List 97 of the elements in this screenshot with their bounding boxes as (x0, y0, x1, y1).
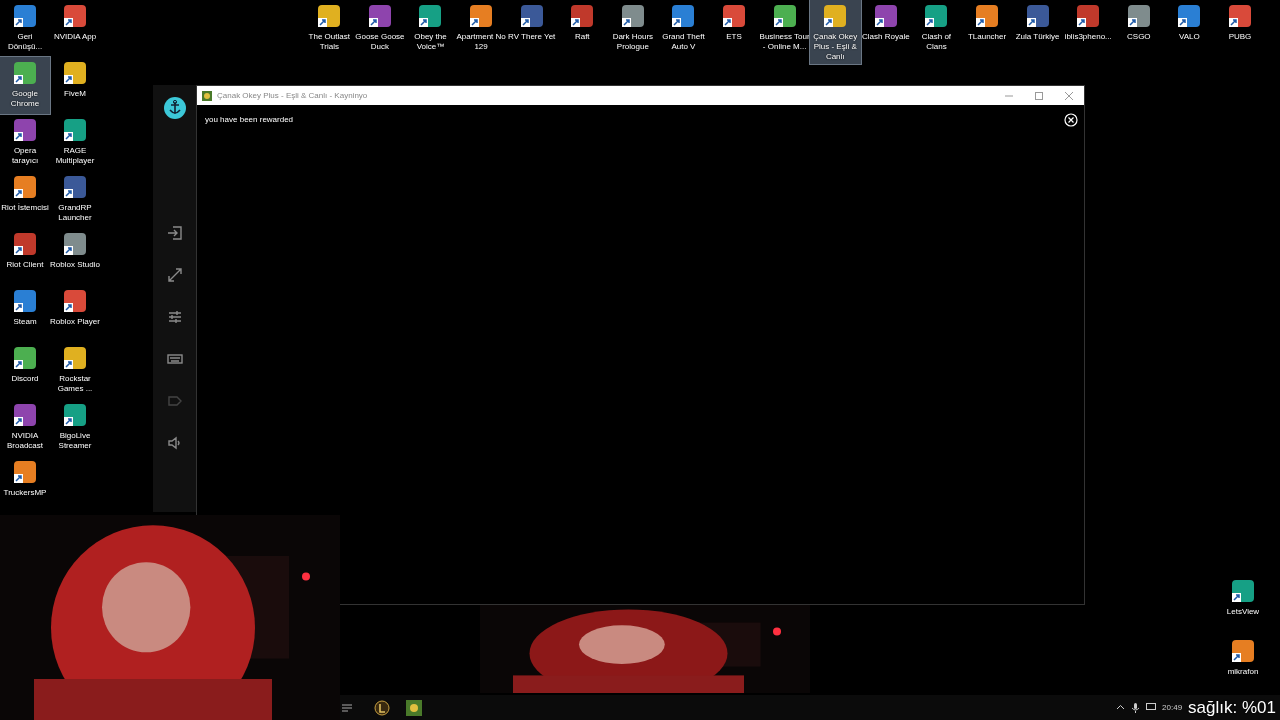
app-icon (469, 4, 494, 28)
desktop-shortcut[interactable]: Obey the Voice™ (405, 0, 456, 64)
clock: 20:49 (1162, 701, 1183, 714)
desktop-shortcut[interactable]: CSGO (1113, 0, 1165, 64)
app-icon (63, 4, 87, 28)
desktop-shortcut[interactable]: mikrafon (1218, 635, 1268, 679)
app-icon (671, 4, 696, 28)
app-icon (772, 4, 797, 28)
app-icon (367, 4, 392, 28)
anchor-icon[interactable] (163, 97, 186, 119)
app-icon (63, 232, 87, 256)
app-icon (722, 4, 747, 28)
app-icon (570, 4, 595, 28)
dismiss-button[interactable] (1064, 113, 1078, 127)
desktop-shortcut[interactable]: FiveM (50, 57, 100, 114)
close-icon (1064, 113, 1078, 127)
app-icon (63, 289, 87, 313)
app-icon (13, 232, 37, 256)
app-icon (63, 403, 87, 427)
app-icon (63, 346, 87, 370)
app-icon[interactable] (406, 699, 422, 716)
desktop-shortcut[interactable]: LetsView (1218, 575, 1268, 619)
desktop-shortcut[interactable]: Raft (556, 0, 608, 64)
desktop-shortcut[interactable]: Roblox Studio (50, 228, 100, 285)
app-icon (1231, 639, 1255, 663)
desktop-shortcut[interactable]: Apartment No 129 (455, 0, 507, 64)
app-icon (63, 61, 87, 85)
window-icon[interactable] (342, 702, 352, 713)
desktop-shortcut[interactable]: iblis3pheno... (1062, 0, 1114, 64)
desktop-shortcut[interactable]: BigoLive Streamer (50, 399, 100, 456)
desktop-shortcut[interactable]: Çanak Okey Plus - Eşli & Canlı (809, 0, 861, 64)
desktop-shortcut[interactable]: GrandRP Launcher (50, 171, 100, 228)
app-icon (63, 118, 87, 142)
desktop-shortcut[interactable]: PUBG (1214, 0, 1266, 64)
app-icon (63, 175, 87, 199)
desktop-shortcut[interactable]: Grand Theft Auto V (658, 0, 709, 64)
app-icon (317, 4, 342, 28)
desktop-shortcut[interactable]: Goose Goose Duck (354, 0, 406, 64)
app-icon (13, 289, 37, 313)
desktop-shortcut[interactable]: Clash Royale (860, 0, 912, 64)
desktop-shortcut[interactable]: TLauncher (961, 0, 1013, 64)
desktop-shortcut[interactable]: RAGE Multiplayer (50, 114, 100, 171)
app-icon (13, 61, 37, 85)
app-icon (1126, 4, 1151, 28)
maximize-icon (1035, 91, 1043, 100)
monitor-icon[interactable] (1146, 703, 1157, 712)
app-icon (1228, 4, 1252, 28)
app-icon (13, 460, 37, 484)
desktop-shortcut[interactable]: VALO (1164, 0, 1215, 64)
resize-icon[interactable] (166, 267, 183, 283)
app-icon (13, 346, 37, 370)
game-icon[interactable] (374, 699, 390, 716)
app-icon (873, 4, 898, 28)
desktop-shortcut[interactable]: Discord (0, 342, 50, 399)
desktop-shortcut[interactable]: Geri Dönüşü... (0, 0, 50, 57)
app-icon (202, 90, 212, 101)
close-icon (1065, 91, 1073, 100)
app-icon (823, 4, 848, 28)
desktop-shortcut[interactable]: NVIDIA Broadcast (0, 399, 50, 456)
desktop-shortcut[interactable]: Clash of Clans (911, 0, 962, 64)
microphone-icon[interactable] (1131, 702, 1141, 713)
app-icon (418, 4, 443, 28)
desktop-shortcut[interactable]: ETS (708, 0, 760, 64)
desktop-shortcut[interactable]: Google Chrome (0, 57, 50, 114)
keyboard-icon[interactable] (166, 351, 183, 367)
app-icon (13, 175, 37, 199)
app-icon (13, 118, 37, 142)
app-icon (1231, 579, 1255, 603)
app-icon (13, 403, 37, 427)
desktop-shortcut[interactable]: NVIDIA App (50, 0, 100, 57)
desktop-shortcut[interactable]: Opera tarayıcı (0, 114, 50, 171)
desktop-shortcut[interactable]: Riot İstemcisi (0, 171, 50, 228)
speaker-icon[interactable] (166, 435, 183, 451)
app-icon (1076, 4, 1101, 28)
desktop-shortcut[interactable]: TruckersMP (0, 456, 50, 513)
sign-in-icon[interactable] (166, 225, 183, 241)
app-icon (13, 4, 37, 28)
app-icon (1025, 4, 1050, 28)
desktop-shortcut[interactable]: Roblox Player (50, 285, 100, 342)
window-title: Çanak Okey Plus - Eşli & Canlı - Kayninyo (217, 89, 368, 102)
desktop-shortcut[interactable]: RV There Yet (506, 0, 557, 64)
chevron-up-icon[interactable] (1116, 703, 1126, 712)
desktop-shortcut[interactable]: Business Tour - Online M... (759, 0, 810, 64)
app-icon (924, 4, 949, 28)
desktop-shortcut[interactable]: Steam (0, 285, 50, 342)
overlay-text: sağlık: %01 (1188, 698, 1276, 717)
app-icon (1177, 4, 1202, 28)
desktop-shortcut[interactable]: The Outlast Trials (304, 0, 355, 64)
sliders-icon[interactable] (166, 309, 183, 325)
app-icon (975, 4, 999, 28)
desktop-shortcut[interactable]: Zula Türkiye (1012, 0, 1063, 64)
desktop-shortcut[interactable]: Riot Client (0, 228, 50, 285)
desktop-shortcut[interactable]: Dark Hours Prologue (607, 0, 659, 64)
desktop-shortcut[interactable]: Rockstar Games ... (50, 342, 100, 399)
reward-message: you have been rewarded (205, 114, 294, 126)
app-icon (519, 4, 544, 28)
app-icon (620, 4, 645, 28)
